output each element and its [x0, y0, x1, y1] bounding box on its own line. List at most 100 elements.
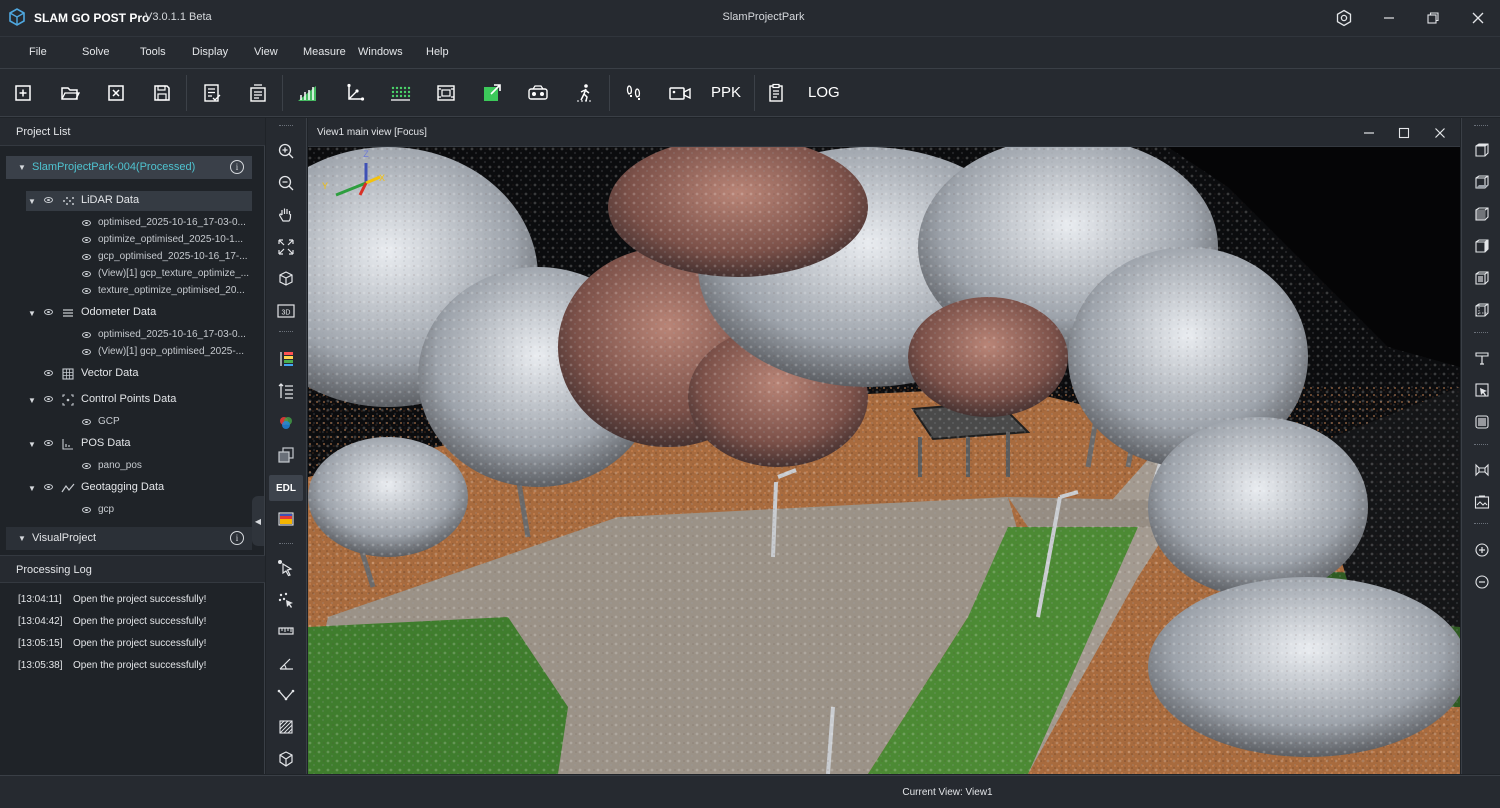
view-maximize-button[interactable]: [1392, 122, 1416, 144]
bounding-box-icon[interactable]: [1470, 458, 1494, 482]
point-pick-icon[interactable]: [272, 587, 300, 613]
eye-icon[interactable]: [44, 309, 53, 315]
layers-icon[interactable]: [272, 442, 300, 468]
tree-leaf[interactable]: pano_pos: [80, 457, 250, 477]
view-right-icon[interactable]: [1470, 298, 1494, 322]
caret-down-icon[interactable]: ▼: [28, 484, 36, 493]
menu-help[interactable]: Help: [426, 46, 449, 58]
tree-leaf[interactable]: GCP: [80, 413, 250, 433]
clip-plane-icon[interactable]: [1470, 410, 1494, 434]
visual-project-row[interactable]: ▼ VisualProject i: [6, 527, 252, 550]
eye-icon[interactable]: [82, 507, 91, 513]
view-top-icon[interactable]: [1470, 138, 1494, 162]
tree-leaf[interactable]: (View)[1] gcp_optimised_2025-...: [80, 343, 250, 363]
edl-button[interactable]: EDL: [269, 475, 303, 501]
eye-icon[interactable]: [82, 288, 91, 294]
3d-view-icon[interactable]: 3D: [272, 298, 300, 324]
task-list-icon[interactable]: [198, 79, 226, 107]
view-bottom-icon[interactable]: [1470, 170, 1494, 194]
new-project-icon[interactable]: [9, 79, 37, 107]
eye-icon[interactable]: [82, 463, 91, 469]
zoom-in-icon[interactable]: [1470, 538, 1494, 562]
settings-icon[interactable]: [1322, 0, 1366, 36]
info-icon[interactable]: i: [230, 160, 244, 174]
eye-icon[interactable]: [82, 237, 91, 243]
batch-process-icon[interactable]: [244, 79, 272, 107]
eye-icon[interactable]: [82, 419, 91, 425]
eye-icon[interactable]: [44, 370, 53, 376]
zoom-out-icon[interactable]: [1470, 570, 1494, 594]
screenshot-icon[interactable]: [1470, 490, 1494, 514]
eye-icon[interactable]: [44, 484, 53, 490]
fit-view-icon[interactable]: [272, 234, 300, 260]
zoom-out-icon[interactable]: [272, 170, 300, 196]
caret-down-icon[interactable]: ▼: [28, 309, 36, 318]
report-icon[interactable]: [762, 79, 790, 107]
log-button[interactable]: LOG: [808, 84, 840, 101]
ppk-button[interactable]: PPK: [711, 84, 741, 101]
menu-measure[interactable]: Measure: [303, 46, 346, 58]
vr-view-icon[interactable]: [524, 79, 552, 107]
intensity-color-icon[interactable]: [272, 506, 300, 532]
restore-button[interactable]: [1411, 0, 1455, 36]
save-icon[interactable]: [148, 79, 176, 107]
coordinate-transform-icon[interactable]: [341, 79, 369, 107]
menu-windows[interactable]: Windows: [358, 46, 403, 58]
eye-icon[interactable]: [44, 197, 53, 203]
tree-node-geotagging[interactable]: ▼ Geotagging Data: [26, 478, 252, 498]
rgb-color-icon[interactable]: [272, 410, 300, 436]
caret-down-icon[interactable]: ▼: [28, 440, 36, 449]
measure-angle-icon[interactable]: [272, 650, 300, 676]
menu-tools[interactable]: Tools: [140, 46, 166, 58]
tree-node-control-points[interactable]: ▼ Control Points Data: [26, 390, 252, 410]
menu-solve[interactable]: Solve: [82, 46, 110, 58]
zoom-in-icon[interactable]: [272, 138, 300, 164]
measure-profile-icon[interactable]: [272, 682, 300, 708]
select-cursor-icon[interactable]: [272, 555, 300, 581]
tree-node-lidar[interactable]: ▼ LiDAR Data: [26, 191, 252, 211]
view-minimize-button[interactable]: [1357, 122, 1381, 144]
measure-area-icon[interactable]: [272, 714, 300, 740]
tree-leaf[interactable]: gcp: [80, 501, 250, 521]
eye-icon[interactable]: [82, 254, 91, 260]
section-tool-icon[interactable]: [1470, 346, 1494, 370]
menu-file[interactable]: File: [29, 46, 47, 58]
caret-down-icon[interactable]: ▼: [28, 396, 36, 405]
tree-node-vector[interactable]: Vector Data: [26, 364, 252, 384]
eye-icon[interactable]: [82, 332, 91, 338]
measure-volume-icon[interactable]: [272, 746, 300, 772]
menu-display[interactable]: Display: [192, 46, 228, 58]
eye-icon[interactable]: [82, 271, 91, 277]
view-front-icon[interactable]: [1470, 202, 1494, 226]
walk-mode-icon[interactable]: [571, 79, 599, 107]
project-row[interactable]: ▼ SlamProjectPark-004(Processed) i: [6, 156, 252, 179]
eye-icon[interactable]: [44, 396, 53, 402]
tree-node-pos[interactable]: ▼ POS Data: [26, 434, 252, 454]
view-left-icon[interactable]: [1470, 266, 1494, 290]
pan-hand-icon[interactable]: [272, 202, 300, 228]
point-cloud-viewport[interactable]: Z Y X: [308, 147, 1460, 774]
caret-down-icon[interactable]: ▼: [28, 197, 36, 206]
elevation-icon[interactable]: [272, 378, 300, 404]
footprint-icon[interactable]: [620, 79, 648, 107]
collapse-panel-handle[interactable]: ◀: [252, 496, 264, 546]
caret-down-icon[interactable]: ▼: [18, 534, 26, 543]
tree-node-odometer[interactable]: ▼ Odometer Data: [26, 303, 252, 323]
tree-leaf[interactable]: texture_optimize_optimised_20...: [80, 282, 250, 302]
eye-icon[interactable]: [82, 349, 91, 355]
export-icon[interactable]: [478, 79, 506, 107]
eye-icon[interactable]: [44, 440, 53, 446]
close-button[interactable]: [1456, 0, 1500, 36]
menu-view[interactable]: View: [254, 46, 278, 58]
close-project-icon[interactable]: [102, 79, 130, 107]
view-close-button[interactable]: [1428, 122, 1452, 144]
grid-filter-icon[interactable]: [386, 79, 414, 107]
eye-icon[interactable]: [82, 220, 91, 226]
color-ramp-icon[interactable]: [272, 346, 300, 372]
video-icon[interactable]: [666, 79, 694, 107]
minimize-button[interactable]: [1367, 0, 1411, 36]
view-back-icon[interactable]: [1470, 234, 1494, 258]
measure-distance-icon[interactable]: [272, 618, 300, 644]
caret-down-icon[interactable]: ▼: [18, 163, 26, 172]
clip-box-icon[interactable]: [1470, 378, 1494, 402]
